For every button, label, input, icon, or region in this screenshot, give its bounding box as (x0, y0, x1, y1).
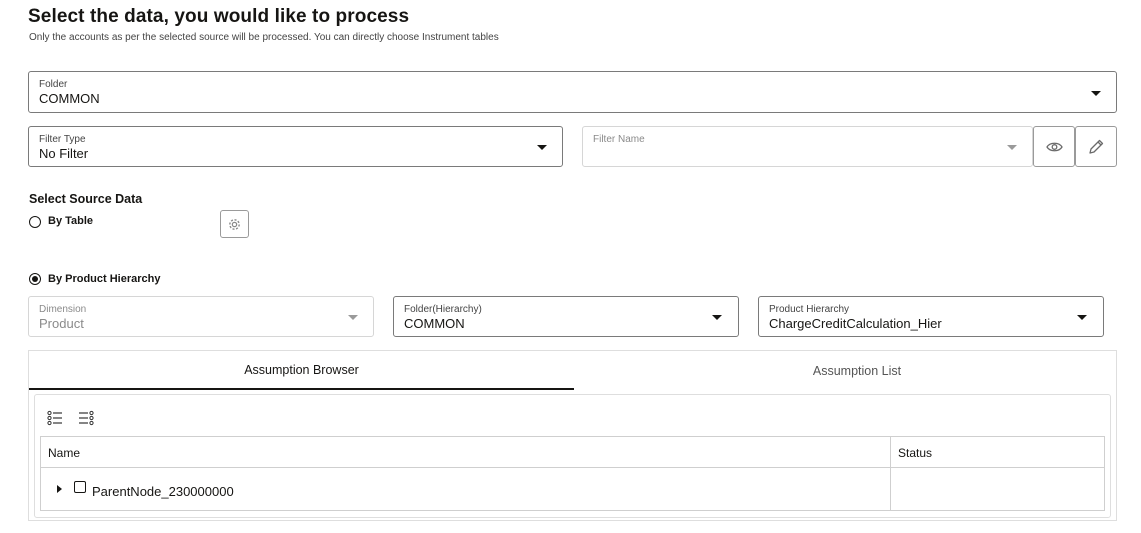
collapse-all-icon (79, 410, 94, 426)
assumption-panel: Assumption Browser Assumption List Name … (28, 350, 1117, 521)
by-table-label[interactable]: By Table (48, 215, 93, 227)
filter-type-select[interactable]: Filter Type No Filter (28, 126, 563, 167)
chevron-down-icon (712, 315, 722, 320)
page-subtitle: Only the accounts as per the selected so… (29, 32, 499, 43)
dimension-select[interactable]: Dimension Product (28, 296, 374, 337)
eye-icon (1045, 142, 1063, 151)
page-title: Select the data, you would like to proce… (28, 6, 410, 27)
gear-icon (229, 218, 240, 230)
dimension-label: Dimension (39, 304, 87, 315)
pencil-icon (1089, 139, 1104, 154)
product-hierarchy-value: ChargeCreditCalculation_Hier (769, 316, 942, 331)
chevron-down-icon (537, 145, 547, 150)
source-section-title: Select Source Data (29, 192, 143, 206)
product-hierarchy-label: Product Hierarchy (769, 304, 850, 315)
filter-type-value: No Filter (39, 146, 89, 161)
chevron-down-icon (1007, 145, 1017, 150)
table-settings-button[interactable] (220, 210, 249, 238)
tree-container: Name Status ParentNode_230000000 (34, 394, 1111, 518)
tab-assumption-browser[interactable]: Assumption Browser (29, 351, 574, 390)
expand-all-icon (47, 410, 62, 426)
filter-name-label: Filter Name (593, 134, 645, 145)
chevron-down-icon (348, 315, 358, 320)
chevron-down-icon (1091, 91, 1101, 96)
row-name: ParentNode_230000000 (92, 484, 234, 499)
by-product-hierarchy-radio[interactable] (29, 273, 41, 285)
product-hierarchy-select[interactable]: Product Hierarchy ChargeCreditCalculatio… (758, 296, 1104, 337)
by-table-radio[interactable] (29, 216, 41, 228)
dimension-value: Product (39, 316, 84, 331)
table-row[interactable]: ParentNode_230000000 (41, 469, 1104, 510)
column-header-name[interactable]: Name (48, 446, 80, 460)
folder-select[interactable]: Folder COMMON (28, 71, 1117, 113)
expand-all-button[interactable] (47, 410, 63, 426)
folder-hierarchy-value: COMMON (404, 316, 465, 331)
tree-table: Name Status ParentNode_230000000 (40, 436, 1105, 511)
tab-assumption-list[interactable]: Assumption List (585, 351, 1129, 390)
folder-hierarchy-label: Folder(Hierarchy) (404, 304, 482, 315)
chevron-down-icon (1077, 315, 1087, 320)
by-product-hierarchy-label[interactable]: By Product Hierarchy (48, 273, 160, 285)
view-filter-button[interactable] (1033, 126, 1075, 167)
folder-label: Folder (39, 79, 68, 90)
row-checkbox[interactable] (74, 481, 86, 493)
table-header-row: Name Status (41, 437, 1104, 468)
filter-type-label: Filter Type (39, 134, 86, 145)
edit-filter-button[interactable] (1075, 126, 1117, 167)
folder-hierarchy-select[interactable]: Folder(Hierarchy) COMMON (393, 296, 739, 337)
folder-value: COMMON (39, 91, 100, 106)
expand-caret-icon[interactable] (57, 485, 62, 493)
column-header-status[interactable]: Status (898, 446, 932, 460)
collapse-all-button[interactable] (78, 410, 94, 426)
filter-name-select[interactable]: Filter Name (582, 126, 1033, 167)
